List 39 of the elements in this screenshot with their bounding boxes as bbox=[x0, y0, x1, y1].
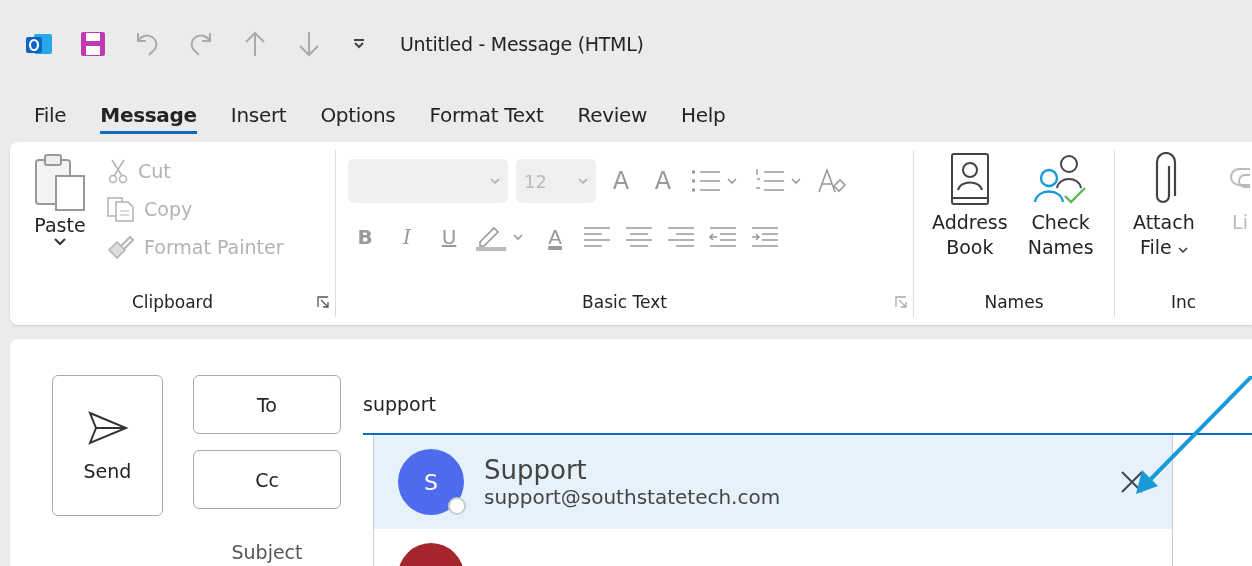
save-icon[interactable] bbox=[78, 29, 108, 59]
clipboard-icon bbox=[32, 152, 88, 212]
attach-file-button[interactable]: Attach File bbox=[1127, 150, 1201, 287]
paste-button[interactable]: Paste bbox=[22, 150, 98, 287]
to-button[interactable]: To bbox=[193, 375, 341, 434]
avatar: S bbox=[398, 449, 464, 515]
check-names-button[interactable]: Check Names bbox=[1021, 150, 1100, 287]
group-label: Names bbox=[984, 292, 1044, 312]
close-icon[interactable] bbox=[1120, 470, 1144, 494]
ribbon-tab[interactable]: Format Text bbox=[429, 96, 544, 134]
cc-button[interactable]: Cc bbox=[193, 450, 341, 509]
paintbrush-icon bbox=[106, 234, 136, 260]
group-label: Basic Text bbox=[582, 292, 667, 312]
window-title: Untitled - Message (HTML) bbox=[400, 33, 644, 55]
presence-icon bbox=[448, 497, 466, 515]
chevron-down-icon bbox=[1177, 246, 1188, 254]
ribbon-tab[interactable]: Help bbox=[681, 96, 726, 134]
ribbon-tab[interactable]: Insert bbox=[230, 96, 287, 134]
contact-email: support@southstatetech.com bbox=[484, 485, 782, 509]
chevron-down-icon bbox=[490, 177, 500, 185]
chevron-down-icon bbox=[54, 238, 66, 246]
customize-menu-icon[interactable] bbox=[352, 37, 366, 51]
address-book-button[interactable]: Address Book bbox=[926, 150, 1014, 287]
ribbon-tab[interactable]: File bbox=[34, 96, 67, 134]
group-label: Inc bbox=[1170, 292, 1197, 312]
copy-icon bbox=[106, 196, 136, 222]
dialog-launcher-icon[interactable] bbox=[317, 296, 329, 308]
send-button[interactable]: Send bbox=[52, 375, 163, 516]
ribbon-tab[interactable]: Options bbox=[320, 96, 396, 134]
ribbon-tab[interactable]: Message bbox=[100, 96, 197, 134]
send-icon bbox=[86, 409, 129, 446]
contact-name: Support bbox=[484, 455, 588, 485]
chevron-down-icon bbox=[578, 177, 588, 185]
subject-label: Subject bbox=[231, 541, 303, 563]
suggestion-item[interactable]: S Support support@southstatetech.com bbox=[374, 435, 1172, 529]
link-icon bbox=[1230, 168, 1250, 190]
group-label: Clipboard bbox=[131, 292, 214, 312]
ribbon-tab[interactable]: Review bbox=[577, 96, 648, 134]
scissors-icon bbox=[106, 158, 130, 184]
